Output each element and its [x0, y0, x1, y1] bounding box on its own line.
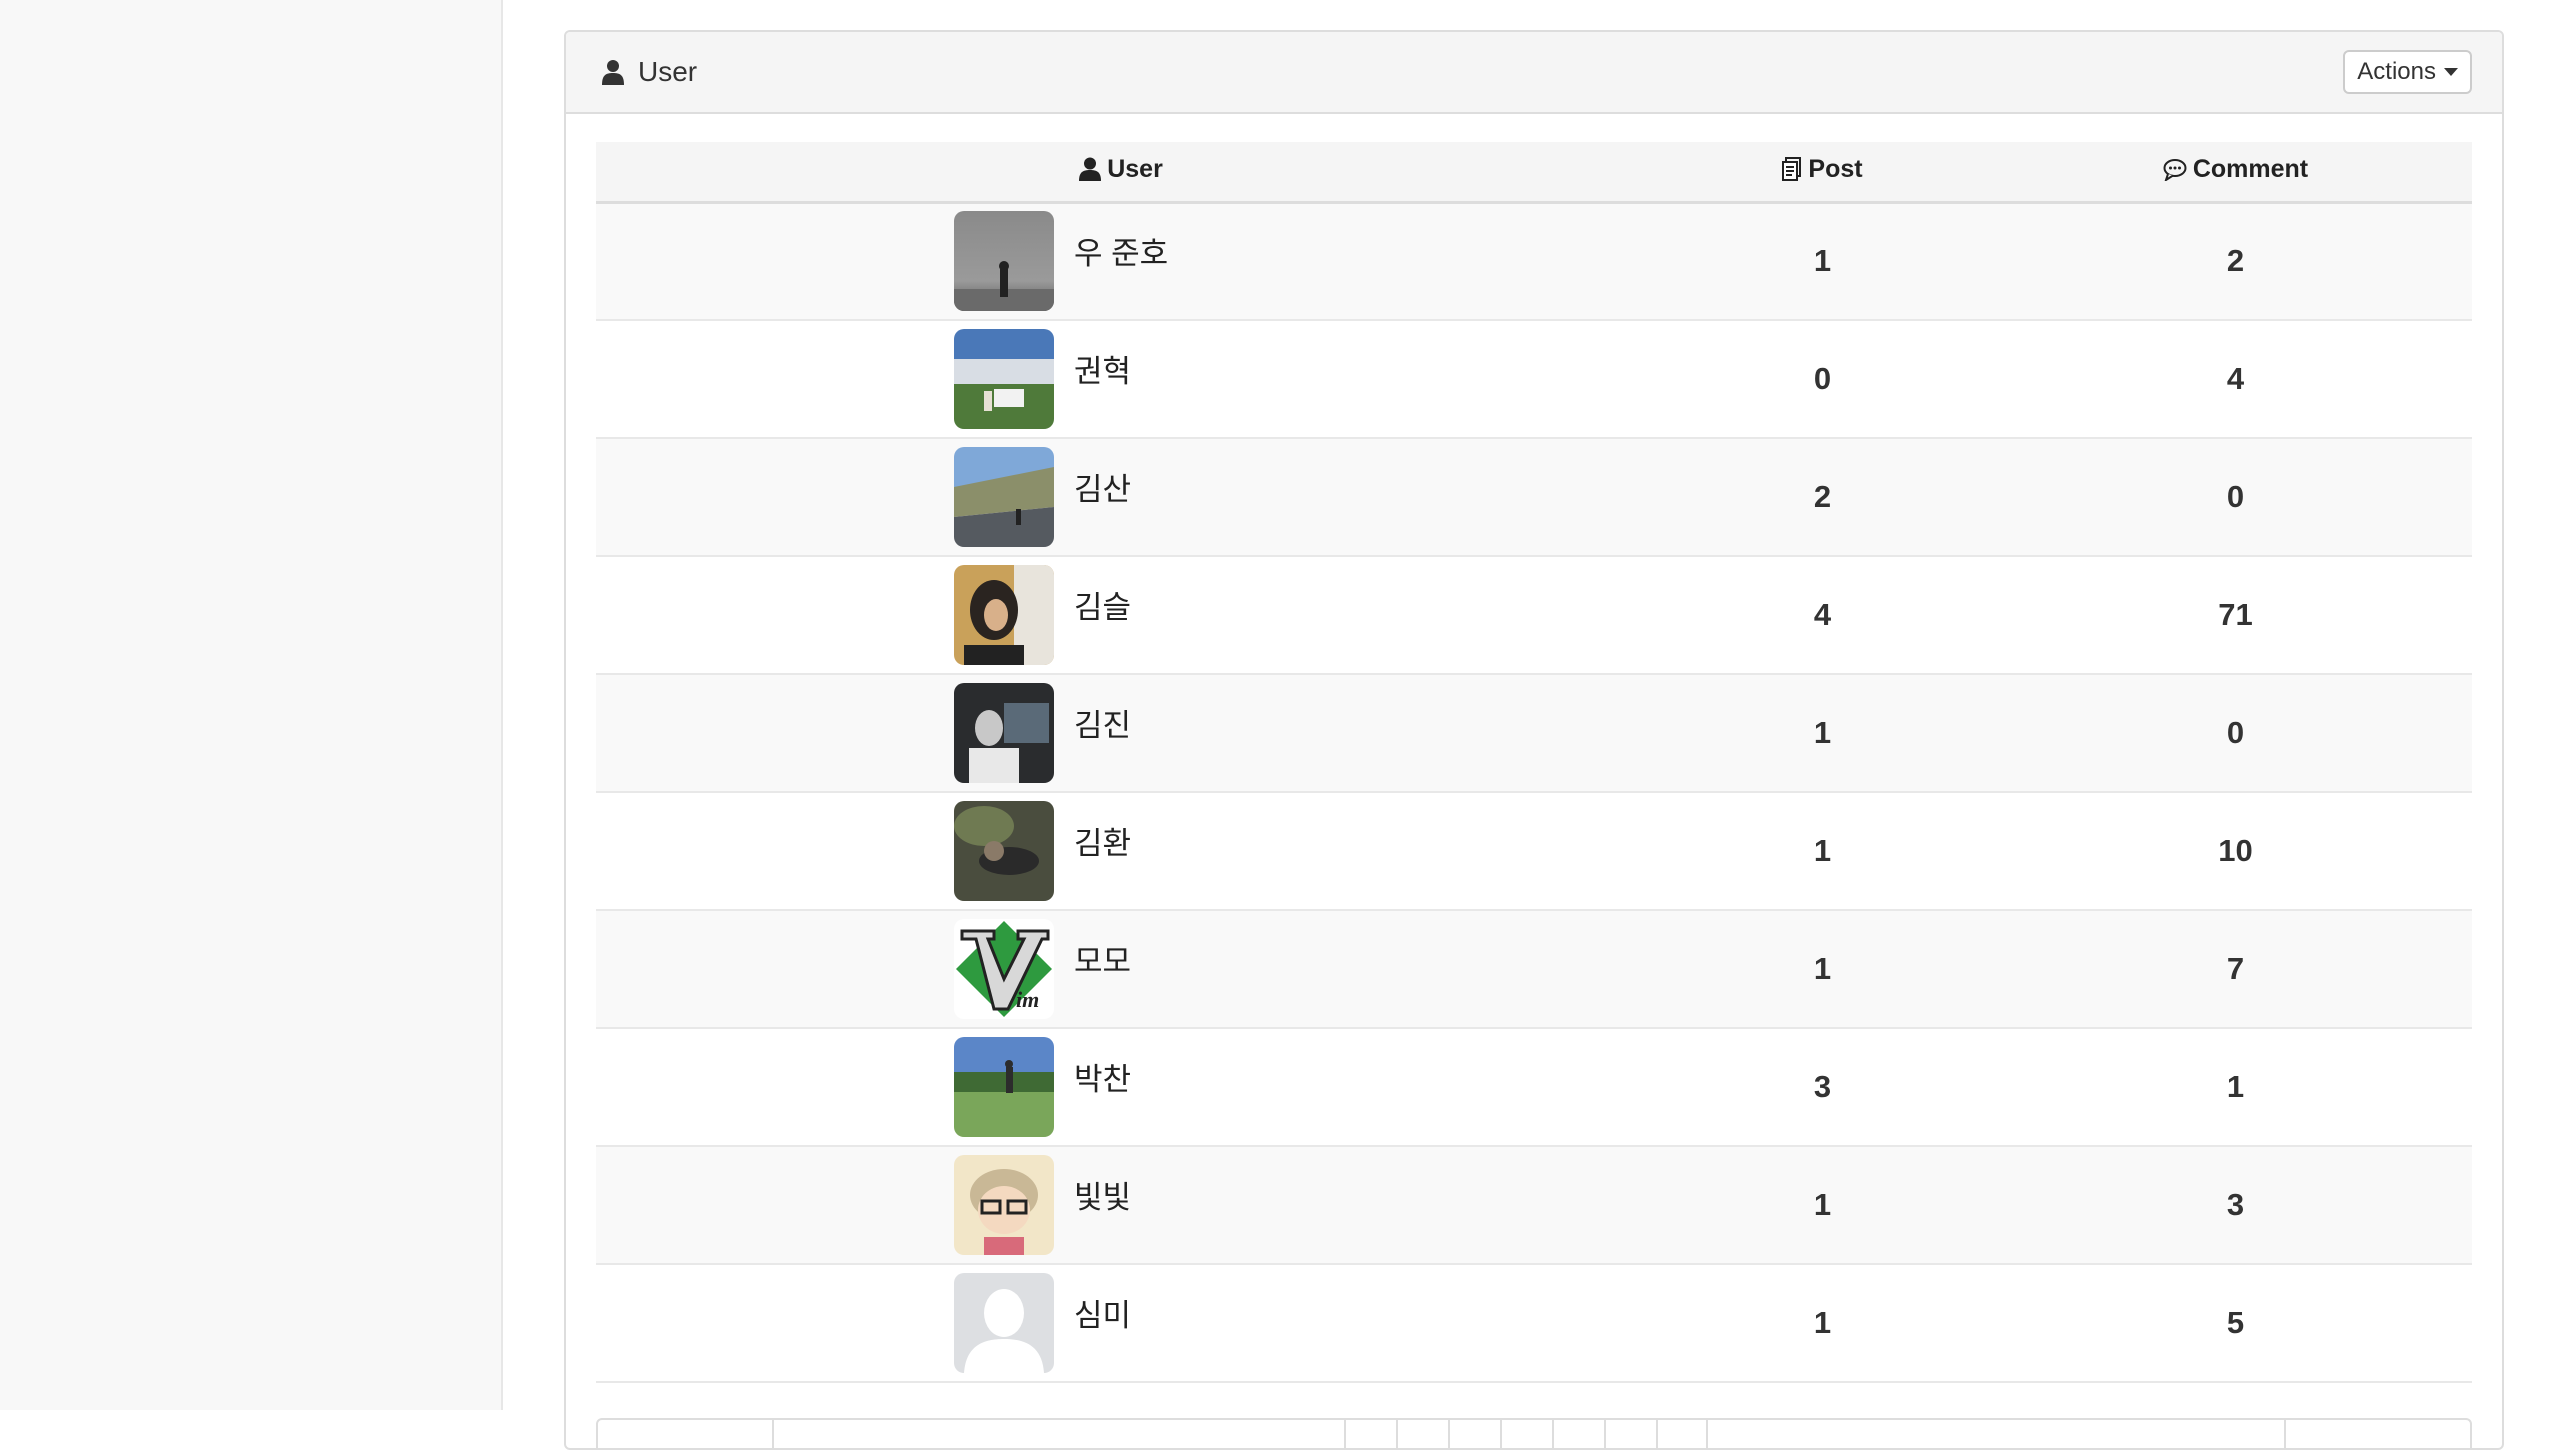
user-cell: 김산 [596, 438, 1646, 556]
avatar[interactable] [954, 211, 1054, 312]
table-row[interactable]: 빛빛 1 3 [596, 1146, 2472, 1264]
table-row[interactable]: 심미 1 5 [596, 1264, 2472, 1382]
post-count: 1 [1813, 715, 1832, 750]
user-cell: 김진 [596, 674, 1646, 792]
panel-title-text: User [638, 56, 698, 87]
avatar[interactable] [954, 447, 1054, 547]
post-count: 2 [1813, 479, 1832, 514]
pagination-page[interactable] [1604, 1420, 1656, 1448]
actions-label: Actions [2357, 58, 2436, 85]
user-name[interactable]: 김환 [1074, 818, 1131, 863]
comment-count: 0 [2226, 479, 2245, 514]
comment-count: 3 [2226, 1187, 2245, 1222]
user-name[interactable]: 박찬 [1074, 1054, 1131, 1099]
avatar[interactable] [954, 1155, 1054, 1255]
comment-count: 5 [2226, 1305, 2245, 1340]
table-row[interactable]: 권혁 0 4 [596, 320, 2472, 438]
user-name[interactable]: 김산 [1074, 464, 1131, 509]
pagination-page[interactable] [1656, 1420, 1708, 1448]
post-header-label: Post [1808, 154, 1863, 183]
user-header-label: User [1107, 154, 1163, 183]
table-row[interactable]: 우 준호 1 2 [596, 202, 2472, 320]
user-name[interactable]: 김진 [1074, 700, 1131, 745]
comment-count: 4 [2226, 361, 2245, 396]
user-name[interactable]: 심미 [1074, 1290, 1131, 1335]
user-cell: 심미 [596, 1264, 1646, 1382]
panel-title: User [602, 56, 697, 88]
pagination-pages [1344, 1420, 1708, 1448]
document-icon [1782, 157, 1802, 181]
user-cell: 김환 [596, 792, 1646, 910]
post-column-header[interactable]: Post [1646, 142, 1999, 202]
comment-icon [2163, 158, 2187, 181]
avatar[interactable] [954, 1037, 1054, 1137]
panel-heading: User Actions [566, 32, 2502, 114]
pagination-prev[interactable] [598, 1420, 774, 1448]
table-row[interactable]: 김슬 4 71 [596, 556, 2472, 674]
avatar[interactable] [954, 565, 1054, 665]
post-count: 4 [1813, 597, 1832, 632]
post-count: 0 [1813, 361, 1832, 396]
user-name[interactable]: 모모 [1074, 936, 1131, 981]
user-column-header[interactable]: User [596, 142, 1646, 202]
user-cell: 박찬 [596, 1028, 1646, 1146]
user-cell: 우 준호 [596, 202, 1646, 320]
pagination-page[interactable] [1500, 1420, 1552, 1448]
table-row[interactable]: 박찬 3 1 [596, 1028, 2472, 1146]
user-icon [602, 60, 624, 85]
svg-text:im: im [1016, 987, 1039, 1012]
actions-dropdown-button[interactable]: Actions [2343, 50, 2472, 94]
user-panel: User Actions User Post Comment 우 준호 1 2 … [564, 30, 2504, 1450]
comment-count: 1 [2226, 1069, 2245, 1104]
pagination-page[interactable] [1396, 1420, 1448, 1448]
user-name[interactable]: 우 준호 [1074, 228, 1168, 273]
comment-header-label: Comment [2192, 155, 2309, 183]
user-cell: 권혁 [596, 320, 1646, 438]
caret-down-icon [2444, 68, 2458, 76]
post-count: 3 [1813, 1069, 1832, 1104]
post-count: 1 [1813, 243, 1832, 279]
table-header-row: User Post Comment [596, 142, 2472, 202]
pagination-page[interactable] [1448, 1420, 1500, 1448]
table-row[interactable]: im 모모 1 7 [596, 910, 2472, 1028]
post-count: 1 [1813, 1187, 1832, 1222]
post-count: 1 [1813, 951, 1832, 986]
table-row[interactable]: 김진 1 0 [596, 674, 2472, 792]
user-name[interactable]: 권혁 [1074, 346, 1131, 391]
post-count: 1 [1813, 833, 1832, 868]
table-row[interactable]: 김환 1 10 [596, 792, 2472, 910]
sidebar [0, 0, 503, 1410]
avatar[interactable] [954, 683, 1054, 783]
comment-count: 0 [2226, 715, 2245, 750]
user-name[interactable]: 김슬 [1074, 582, 1131, 627]
user-name[interactable]: 빛빛 [1074, 1172, 1131, 1217]
panel-body: User Post Comment 우 준호 1 2 권혁 0 4 김산 2 0… [566, 114, 2502, 1383]
pagination-page[interactable] [1552, 1420, 1604, 1448]
comment-count: 2 [2226, 243, 2245, 279]
table-row[interactable]: 김산 2 0 [596, 438, 2472, 556]
avatar[interactable]: im [954, 919, 1054, 1019]
user-cell: im 모모 [596, 910, 1646, 1028]
user-cell: 김슬 [596, 556, 1646, 674]
comment-count: 10 [2218, 833, 2253, 868]
user-icon [1079, 157, 1102, 181]
avatar[interactable] [954, 329, 1054, 429]
comment-column-header[interactable]: Comment [1999, 142, 2472, 202]
post-count: 1 [1813, 1305, 1832, 1340]
comment-count: 7 [2226, 951, 2245, 986]
user-table: User Post Comment 우 준호 1 2 권혁 0 4 김산 2 0… [596, 142, 2472, 1383]
pagination-next[interactable] [2284, 1420, 2470, 1448]
user-cell: 빛빛 [596, 1146, 1646, 1264]
comment-count: 71 [2218, 597, 2253, 632]
default-avatar[interactable] [954, 1273, 1054, 1373]
pagination [596, 1418, 2472, 1448]
pagination-page[interactable] [1344, 1420, 1396, 1448]
avatar[interactable] [954, 801, 1054, 901]
